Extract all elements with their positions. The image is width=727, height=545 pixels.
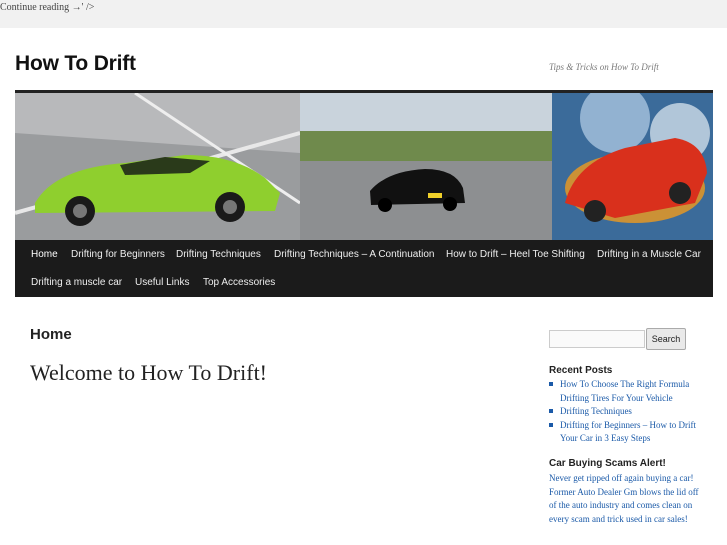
nav-item-drifting-techniques[interactable]: Drifting Techniques: [176, 249, 261, 260]
nav-item-drifting-techniques-continuation[interactable]: Drifting Techniques – A Continuation: [274, 249, 434, 260]
bullet-icon: [549, 409, 553, 413]
search-button[interactable]: Search: [646, 328, 686, 350]
nav-item-drifting-a-muscle-car[interactable]: Drifting a muscle car: [31, 277, 122, 288]
top-strip: Continue reading →' />: [0, 0, 727, 28]
bullet-icon: [549, 422, 553, 427]
recent-post-link[interactable]: How To Choose The Right Formula Drifting…: [560, 379, 689, 403]
recent-post-link[interactable]: Drifting Techniques: [560, 406, 632, 416]
main-navigation: Home Drifting for Beginners Drifting Tec…: [15, 240, 713, 297]
nav-item-top-accessories[interactable]: Top Accessories: [203, 277, 275, 288]
nav-item-drifting-in-muscle-car[interactable]: Drifting in a Muscle Car: [597, 249, 701, 260]
list-item: Drifting for Beginners – How to Drift Yo…: [549, 419, 709, 446]
nav-item-drifting-for-beginners[interactable]: Drifting for Beginners: [71, 249, 165, 260]
recent-post-link[interactable]: Drifting for Beginners – How to Drift Yo…: [560, 420, 696, 444]
header-banner-image: [15, 93, 713, 240]
site-description: Tips & Tricks on How To Drift: [549, 62, 659, 72]
list-item: Drifting Techniques: [549, 405, 709, 419]
nav-item-heel-toe-shifting[interactable]: How to Drift – Heel Toe Shifting: [446, 249, 585, 260]
nav-item-home[interactable]: Home: [31, 249, 58, 260]
nav-item-useful-links[interactable]: Useful Links: [135, 277, 189, 288]
welcome-heading: Welcome to How To Drift!: [30, 360, 268, 385]
banner-collage: [15, 93, 713, 240]
scam-alert-title: Car Buying Scams Alert!: [549, 458, 666, 469]
bullet-icon: [549, 382, 553, 386]
continue-reading-text: Continue reading →' />: [0, 2, 95, 13]
recent-posts-title: Recent Posts: [549, 365, 613, 376]
page: How To Drift Tips & Tricks on How To Dri…: [0, 28, 727, 545]
page-heading: Home: [30, 326, 72, 343]
recent-posts-list: How To Choose The Right Formula Drifting…: [549, 378, 709, 446]
scam-alert-link[interactable]: Never get ripped off again buying a car!…: [549, 472, 701, 526]
list-item: How To Choose The Right Formula Drifting…: [549, 378, 709, 405]
site-title[interactable]: How To Drift: [15, 52, 136, 76]
search-input[interactable]: [549, 330, 645, 348]
